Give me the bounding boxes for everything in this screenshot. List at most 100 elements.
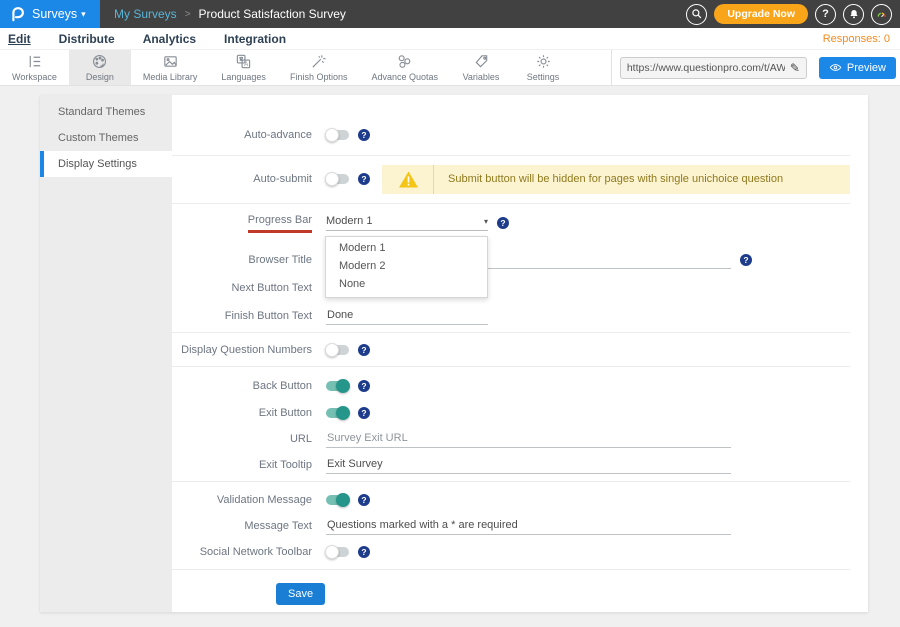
sidebar-item-standard-themes[interactable]: Standard Themes bbox=[40, 99, 172, 125]
help-icon[interactable]: ? bbox=[358, 344, 370, 356]
toolbar-languages[interactable]: A Languages bbox=[209, 50, 278, 85]
responses-count[interactable]: Responses: 0 bbox=[823, 33, 890, 45]
preview-label: Preview bbox=[847, 62, 886, 74]
tab-distribute[interactable]: Distribute bbox=[59, 32, 115, 46]
auto-advance-toggle[interactable] bbox=[326, 130, 349, 140]
exit-url-label: URL bbox=[172, 433, 312, 446]
palette-icon bbox=[91, 53, 108, 70]
help-icon[interactable]: ? bbox=[358, 129, 370, 141]
help-icon[interactable]: ? bbox=[497, 217, 509, 229]
survey-url-box: ✎ bbox=[620, 57, 807, 79]
divider bbox=[172, 481, 850, 482]
toolbar-media-library[interactable]: Media Library bbox=[131, 50, 210, 85]
next-button-text-row: Next Button Text bbox=[172, 274, 850, 302]
social-network-toolbar-toggle[interactable] bbox=[326, 547, 349, 557]
top-bar: Surveys ▾ My Surveys > Product Satisfact… bbox=[0, 0, 900, 28]
divider bbox=[172, 332, 850, 333]
chain-links-icon bbox=[396, 53, 413, 70]
help-icon[interactable]: ? bbox=[358, 407, 370, 419]
toolbar-finish-options[interactable]: Finish Options bbox=[278, 50, 360, 85]
finish-button-text-input[interactable] bbox=[326, 307, 488, 325]
dropdown-option-modern-2[interactable]: Modern 2 bbox=[326, 257, 487, 275]
help-icon[interactable]: ? bbox=[740, 254, 752, 266]
progress-bar-row: Progress Bar Modern 1 ▾ Modern 1 Modern … bbox=[172, 208, 850, 238]
toolbar-settings[interactable]: Settings bbox=[512, 50, 574, 85]
dropdown-option-none[interactable]: None bbox=[326, 275, 487, 293]
dropdown-option-modern-1[interactable]: Modern 1 bbox=[326, 239, 487, 257]
back-button-toggle[interactable] bbox=[326, 381, 349, 391]
finish-button-text-row: Finish Button Text bbox=[172, 302, 850, 330]
sidebar-item-custom-themes[interactable]: Custom Themes bbox=[40, 125, 172, 151]
breadcrumb-my-surveys[interactable]: My Surveys bbox=[114, 7, 177, 21]
toolbar-label: Media Library bbox=[143, 72, 198, 82]
help-icon[interactable]: ? bbox=[358, 173, 370, 185]
display-question-numbers-row: Display Question Numbers ? bbox=[172, 336, 850, 364]
sidebar-item-display-settings[interactable]: Display Settings bbox=[40, 151, 172, 177]
exit-button-label: Exit Button bbox=[172, 407, 312, 420]
auto-submit-toggle[interactable] bbox=[326, 174, 349, 184]
help-button[interactable]: ? bbox=[815, 4, 836, 25]
social-network-toolbar-label: Social Network Toolbar bbox=[172, 546, 312, 559]
divider bbox=[172, 155, 850, 156]
help-icon[interactable]: ? bbox=[358, 380, 370, 392]
auto-advance-row: Auto-advance ? bbox=[172, 121, 850, 149]
design-sidebar: Standard Themes Custom Themes Display Se… bbox=[40, 95, 172, 612]
exit-url-input[interactable] bbox=[326, 430, 731, 448]
notifications-button[interactable] bbox=[843, 4, 864, 25]
question-mark-icon: ? bbox=[822, 8, 829, 20]
progress-bar-dropdown: Modern 1 Modern 2 None bbox=[325, 236, 488, 298]
survey-nav: Edit Distribute Analytics Integration Re… bbox=[0, 28, 900, 50]
toolbar-workspace[interactable]: Workspace bbox=[0, 50, 69, 85]
next-button-text-label: Next Button Text bbox=[172, 282, 312, 295]
auto-advance-label: Auto-advance bbox=[172, 129, 312, 142]
svg-text:A: A bbox=[244, 61, 249, 68]
performance-gauge-button[interactable] bbox=[871, 4, 892, 25]
warning-triangle-icon bbox=[398, 170, 419, 189]
validation-message-toggle[interactable] bbox=[326, 495, 349, 505]
tag-icon bbox=[473, 53, 490, 70]
finish-button-text-label: Finish Button Text bbox=[172, 310, 312, 323]
toolbar-advance-quotas[interactable]: Advance Quotas bbox=[359, 50, 450, 85]
back-button-label: Back Button bbox=[172, 380, 312, 393]
breadcrumb: My Surveys > Product Satisfaction Survey bbox=[114, 7, 346, 21]
tab-analytics[interactable]: Analytics bbox=[143, 32, 196, 46]
product-name: Surveys bbox=[32, 7, 77, 21]
toolbar-label: Workspace bbox=[12, 72, 57, 82]
tab-integration[interactable]: Integration bbox=[224, 32, 286, 46]
help-icon[interactable]: ? bbox=[358, 494, 370, 506]
upgrade-now-button[interactable]: Upgrade Now bbox=[714, 4, 808, 24]
brand-block[interactable]: Surveys ▾ bbox=[0, 0, 100, 28]
validation-message-label: Validation Message bbox=[172, 494, 312, 507]
survey-url-input[interactable] bbox=[627, 62, 785, 74]
workspace-icon bbox=[26, 53, 43, 70]
questionpro-logo-icon bbox=[8, 5, 26, 23]
toolbar-variables[interactable]: Variables bbox=[450, 50, 512, 85]
message-text-input[interactable] bbox=[326, 517, 731, 535]
exit-button-row: Exit Button ? bbox=[172, 400, 850, 426]
product-switcher[interactable]: Surveys ▾ bbox=[32, 7, 86, 21]
auto-submit-row: Auto-submit ? Submit button will be hidd… bbox=[172, 164, 850, 194]
toolbar-design[interactable]: Design bbox=[69, 50, 131, 85]
toolbar-label: Advance Quotas bbox=[371, 72, 438, 82]
breadcrumb-separator: > bbox=[185, 9, 191, 20]
display-question-numbers-toggle[interactable] bbox=[326, 345, 349, 355]
tab-edit[interactable]: Edit bbox=[8, 32, 31, 46]
exit-tooltip-input[interactable] bbox=[326, 456, 731, 474]
edit-url-pencil-icon[interactable]: ✎ bbox=[790, 61, 800, 75]
progress-bar-select[interactable]: Modern 1 ▾ bbox=[326, 215, 488, 231]
toolbar-right: ✎ Preview bbox=[611, 50, 900, 85]
gear-icon bbox=[535, 53, 552, 70]
exit-tooltip-row: Exit Tooltip bbox=[172, 452, 850, 478]
preview-button[interactable]: Preview bbox=[819, 57, 896, 79]
red-annotation-underline: Progress Bar bbox=[248, 214, 312, 233]
browser-title-row: Browser Title ? bbox=[172, 246, 850, 274]
help-icon[interactable]: ? bbox=[358, 546, 370, 558]
search-button[interactable] bbox=[686, 4, 707, 25]
magic-wand-icon bbox=[310, 53, 327, 70]
topbar-actions: Upgrade Now ? bbox=[686, 0, 892, 28]
save-button[interactable]: Save bbox=[276, 583, 325, 605]
progress-bar-select-wrap: Modern 1 ▾ Modern 1 Modern 2 None bbox=[326, 215, 488, 231]
exit-button-toggle[interactable] bbox=[326, 408, 349, 418]
message-text-row: Message Text bbox=[172, 513, 850, 539]
design-panel: Standard Themes Custom Themes Display Se… bbox=[40, 95, 868, 612]
